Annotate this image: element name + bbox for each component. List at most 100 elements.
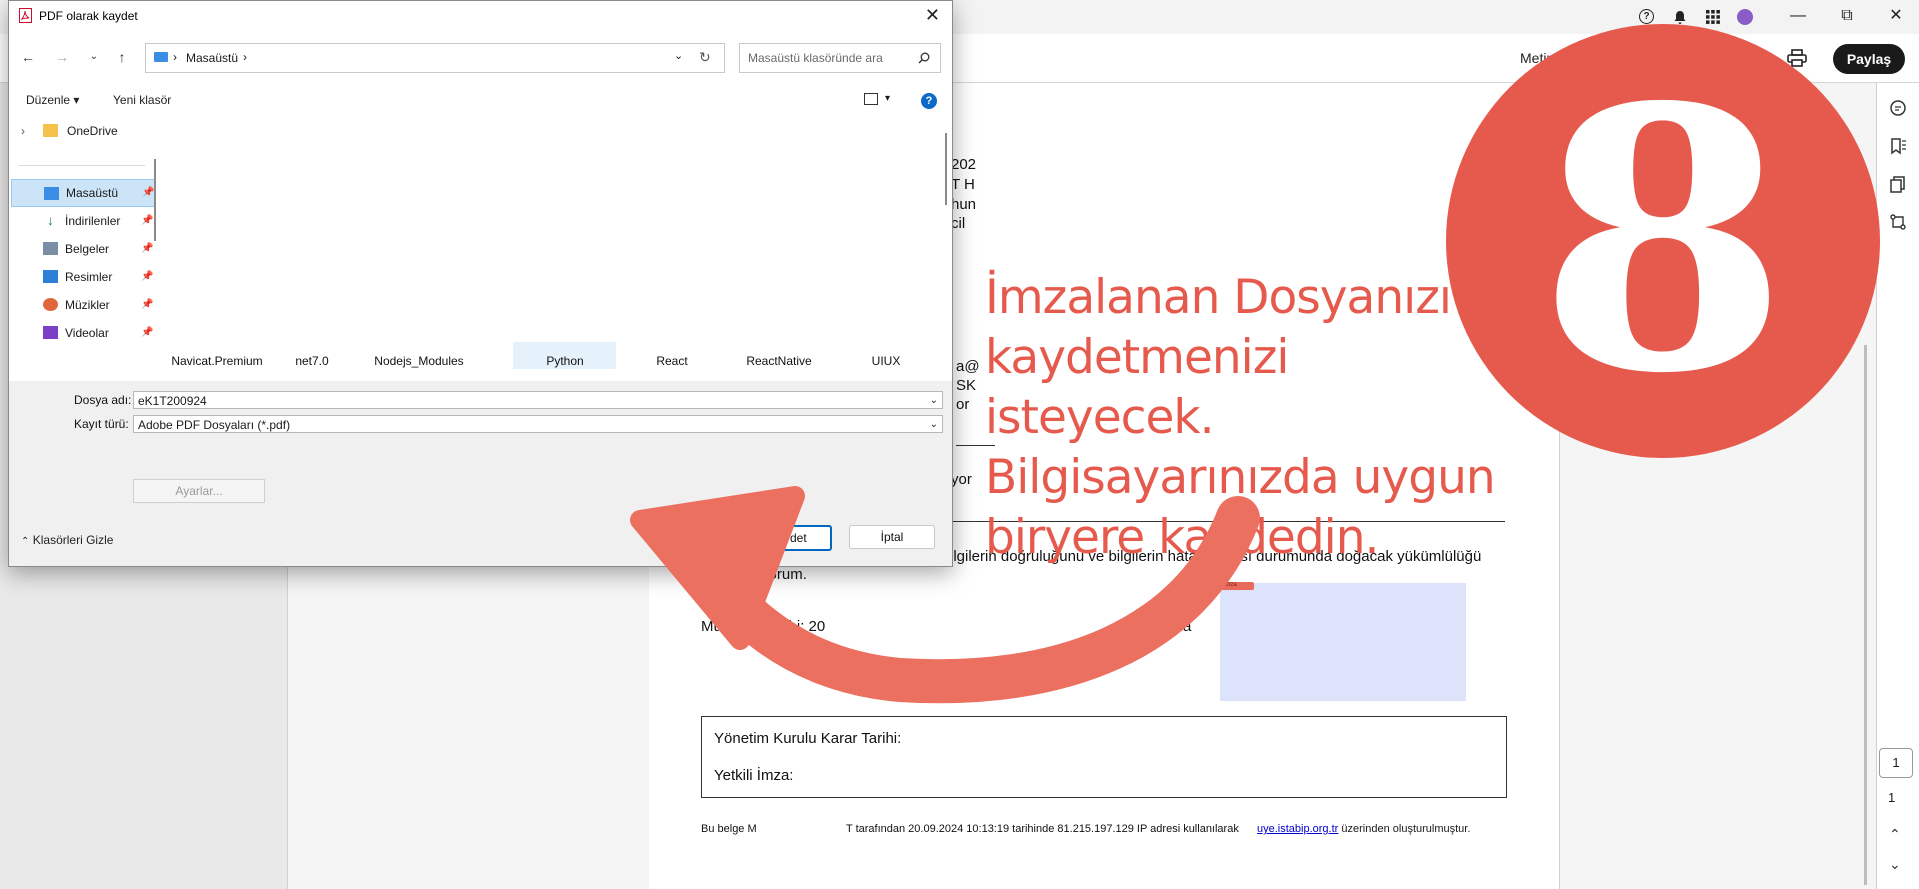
nav-item-desktop[interactable]: Masaüstü 📌 bbox=[11, 179, 155, 207]
view-dropdown-icon[interactable]: ▾ bbox=[885, 93, 890, 104]
up-arrow-icon[interactable]: ↑ bbox=[113, 48, 131, 66]
compare-icon[interactable] bbox=[1889, 213, 1907, 231]
file-name-label: Dosya adı: bbox=[74, 393, 132, 407]
nav-item-documents[interactable]: Belgeler 📌 bbox=[11, 235, 155, 263]
file-name: Nodejs_Modules bbox=[374, 354, 464, 368]
nav-item-label: OneDrive bbox=[67, 124, 118, 138]
address-bar[interactable]: › Masaüstü › ⌄ ↻ bbox=[145, 43, 725, 73]
application-date: Müracaat tarihi: 20 bbox=[701, 618, 826, 635]
board-decision-box: Yönetim Kurulu Karar Tarihi: Yetkili İmz… bbox=[701, 716, 1507, 798]
nav-item-label: Belgeler bbox=[65, 242, 110, 256]
file-type-value: Adobe PDF Dosyaları (*.pdf) bbox=[138, 418, 291, 432]
comment-icon[interactable] bbox=[1889, 99, 1907, 117]
nav-item-downloads[interactable]: ↓ İndirilenler 📌 bbox=[11, 207, 155, 235]
page-total: 1 bbox=[1888, 790, 1896, 805]
breadcrumb-separator: › bbox=[173, 50, 177, 64]
apps-grid-icon[interactable] bbox=[1705, 9, 1721, 25]
close-icon[interactable]: ✕ bbox=[1884, 6, 1908, 26]
refresh-icon[interactable]: ↻ bbox=[699, 49, 711, 66]
file-name: Python bbox=[546, 354, 584, 368]
restore-icon[interactable]: ⧉ bbox=[1835, 6, 1859, 26]
view-options-icon[interactable] bbox=[864, 93, 878, 105]
back-arrow-icon[interactable]: ← bbox=[19, 48, 37, 66]
file-name-dropdown-icon[interactable]: ⌄ bbox=[930, 392, 938, 410]
file-list-pane: Navicat.Premium net7.0 Nodejs_Modules Py… bbox=[164, 117, 952, 369]
callout-text: İmzalanan Dosyanızı kaydetmenizi isteyec… bbox=[985, 270, 1496, 565]
footer-middle: T tarafından 20.09.2024 10:13:19 tarihin… bbox=[846, 823, 1239, 835]
search-field[interactable]: Masaüstü klasöründe ara bbox=[739, 43, 941, 73]
file-name-input[interactable]: eK1T200924 bbox=[138, 394, 207, 408]
dialog-help-icon[interactable]: ? bbox=[921, 93, 937, 109]
desktop-icon bbox=[44, 187, 59, 200]
file-name: Navicat.Premium bbox=[171, 354, 263, 368]
save-as-dialog: PDF olarak kaydet ✕ ← → ⌄ ↑ › Masaüstü ›… bbox=[8, 0, 953, 567]
doc-fragment: hun bbox=[951, 196, 977, 213]
organize-label: Düzenle bbox=[26, 93, 71, 107]
scroll-up-icon[interactable]: ⌃ bbox=[1889, 826, 1901, 843]
nav-item-videos[interactable]: Videolar 📌 bbox=[11, 319, 155, 347]
scroll-down-icon[interactable]: ⌄ bbox=[1889, 856, 1901, 873]
history-chevron-icon[interactable]: ⌄ bbox=[85, 48, 103, 66]
dialog-title: PDF olarak kaydet bbox=[39, 9, 138, 23]
bookmark-icon[interactable] bbox=[1889, 137, 1907, 155]
signature-tag-label: imza bbox=[1224, 582, 1237, 588]
dialog-nav-pane: › OneDrive Masaüstü 📌 ↓ İndirilenler 📌 B… bbox=[9, 117, 157, 369]
doc-fragment: cil bbox=[951, 215, 966, 232]
nav-pane-scrollbar[interactable] bbox=[154, 159, 156, 241]
folder-icon bbox=[43, 124, 58, 137]
nav-item-label: Resimler bbox=[65, 270, 113, 284]
pin-icon: 📌 bbox=[141, 271, 154, 282]
forward-arrow-icon[interactable]: → bbox=[53, 48, 71, 66]
file-name: UIUX bbox=[871, 354, 901, 368]
dialog-close-icon[interactable]: ✕ bbox=[925, 5, 940, 26]
signature-field[interactable] bbox=[1220, 583, 1466, 701]
nav-item-music[interactable]: Müzikler 📌 bbox=[11, 291, 155, 319]
file-name: ReactNative bbox=[746, 354, 812, 368]
new-folder-button[interactable]: Yeni klasör bbox=[113, 93, 171, 107]
nav-item-pictures[interactable]: Resimler 📌 bbox=[11, 263, 155, 291]
music-icon bbox=[43, 298, 58, 311]
minimize-icon[interactable]: — bbox=[1786, 6, 1810, 26]
pages-icon[interactable] bbox=[1889, 175, 1907, 193]
footer-suffix: üzerinden oluşturulmuştur. bbox=[1341, 823, 1471, 835]
pdf-icon bbox=[19, 8, 32, 23]
signature-tag: imza bbox=[1220, 582, 1254, 590]
search-icon bbox=[918, 52, 930, 64]
footer-link[interactable]: uye.istabip.org.tr bbox=[1257, 823, 1338, 835]
settings-button[interactable]: Ayarlar... bbox=[133, 479, 265, 503]
file-name: React bbox=[656, 354, 688, 368]
hide-folders-toggle[interactable]: ⌃ Klasörleri Gizle bbox=[21, 533, 113, 547]
cancel-button[interactable]: İptal bbox=[849, 525, 935, 549]
search-input[interactable]: Masaüstü klasöründe ara bbox=[748, 51, 883, 65]
save-button[interactable]: Kaydet bbox=[744, 525, 832, 551]
videos-icon bbox=[43, 326, 58, 339]
address-path[interactable]: Masaüstü bbox=[186, 51, 238, 65]
desktop-icon bbox=[154, 52, 168, 62]
bell-icon[interactable] bbox=[1672, 9, 1688, 25]
file-name-field[interactable]: eK1T200924 ⌄ bbox=[133, 391, 943, 409]
nav-item-label: İndirilenler bbox=[65, 214, 121, 228]
doc-fragment: T H bbox=[951, 176, 975, 193]
doc-fragment: yor bbox=[951, 471, 972, 488]
documents-icon bbox=[43, 242, 58, 255]
pin-icon: 📌 bbox=[142, 187, 155, 198]
nav-divider bbox=[19, 165, 145, 166]
address-dropdown-icon[interactable]: ⌄ bbox=[674, 49, 683, 62]
application-date-tail: a bbox=[1183, 618, 1192, 635]
expand-chevron-icon[interactable]: › bbox=[21, 117, 25, 145]
file-type-dropdown-icon[interactable]: ⌄ bbox=[930, 416, 938, 434]
file-type-label: Kayıt türü: bbox=[74, 417, 129, 431]
footer-prefix: Bu belge M bbox=[701, 823, 757, 835]
dialog-nav-bar: ← → ⌄ ↑ › Masaüstü › ⌄ ↻ Masaüstü klasör… bbox=[9, 39, 952, 77]
help-icon[interactable]: ? bbox=[1639, 9, 1654, 24]
pin-icon: 📌 bbox=[141, 299, 154, 310]
nav-item-onedrive[interactable]: › OneDrive bbox=[11, 117, 155, 145]
page-number-input[interactable]: 1 bbox=[1879, 748, 1913, 778]
avatar[interactable] bbox=[1737, 9, 1753, 25]
footer-link-wrap: uye.istabip.org.tr üzerinden oluşturulmu… bbox=[1257, 823, 1470, 835]
file-list-scrollbar[interactable] bbox=[945, 133, 947, 205]
organize-menu[interactable]: Düzenle ▾ bbox=[26, 93, 79, 107]
declaration-text-2: kabul ediyorum. bbox=[701, 566, 807, 583]
doc-fragment: or bbox=[956, 396, 970, 413]
file-type-select[interactable]: Adobe PDF Dosyaları (*.pdf) ⌄ bbox=[133, 415, 943, 433]
